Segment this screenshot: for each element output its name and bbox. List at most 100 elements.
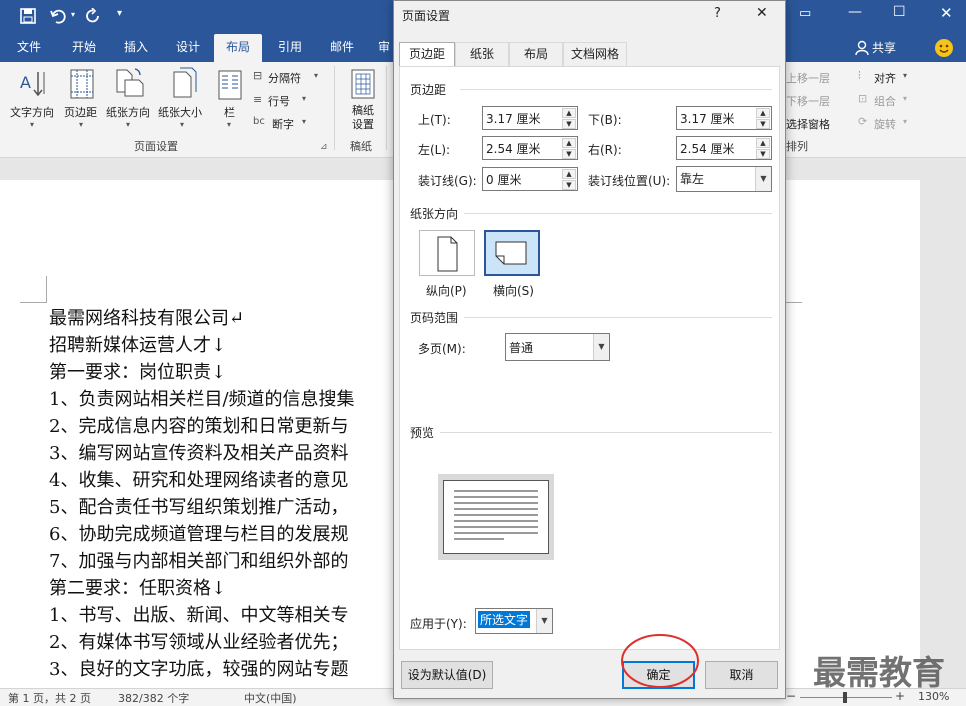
undo-dropdown-icon[interactable]: ▾	[71, 10, 75, 19]
top-margin-stepper[interactable]: 3.17 厘米 ▲ ▼	[482, 106, 578, 130]
rotate-icon: ⟳	[858, 115, 868, 128]
portrait-label[interactable]: 纵向(P)	[426, 282, 467, 299]
minimize-icon[interactable]: —	[848, 4, 862, 20]
selection-pane-button[interactable]: 选择窗格	[786, 116, 830, 132]
ribbon-display-icon[interactable]: ▭	[799, 6, 811, 21]
line-numbers-button[interactable]: 行号	[268, 93, 290, 109]
set-as-default-button[interactable]: 设为默认值(D)	[401, 661, 493, 689]
vertical-scrollbar[interactable]	[950, 180, 966, 688]
share-person-icon[interactable]	[855, 40, 869, 56]
margins-button[interactable]: 页边距	[64, 104, 97, 120]
tab-document-grid[interactable]: 文档网格	[563, 42, 627, 66]
undo-icon[interactable]	[50, 8, 68, 24]
zoom-in-button[interactable]: +	[895, 689, 905, 703]
spin-down-icon[interactable]: ▼	[562, 119, 576, 129]
tab-layout[interactable]: 布局	[214, 34, 262, 62]
dialog-launcher-icon[interactable]: ⊿	[320, 142, 328, 152]
send-backward-button[interactable]: 下移一层	[786, 93, 830, 109]
tab-margins[interactable]: 页边距	[399, 42, 455, 67]
zoom-slider-thumb[interactable]	[843, 692, 847, 703]
landscape-option[interactable]	[484, 230, 540, 276]
bring-forward-button[interactable]: 上移一层	[786, 70, 830, 86]
group-arrange-label: 排列	[786, 140, 808, 153]
spin-down-icon[interactable]: ▼	[562, 180, 576, 190]
zoom-level[interactable]: 130%	[918, 690, 949, 703]
doc-line[interactable]: 1、书写、出版、新闻、中文等相关专	[49, 604, 348, 628]
page-count[interactable]: 第 1 页，共 2 页	[8, 690, 91, 706]
doc-line[interactable]: 7、加强与内部相关部门和组织外部的	[49, 550, 348, 574]
group-button[interactable]: 组合	[874, 93, 896, 109]
doc-line[interactable]: 3、编写网站宣传资料及相关产品资料	[49, 442, 348, 466]
portrait-icon	[437, 236, 458, 272]
spin-up-icon[interactable]: ▲	[562, 108, 576, 118]
gutter-label: 装订线(G):	[418, 174, 477, 188]
word-count[interactable]: 382/382 个字	[118, 690, 189, 706]
tab-layout-dialog[interactable]: 布局	[509, 42, 563, 66]
tab-references[interactable]: 引用	[268, 34, 312, 62]
spin-down-icon[interactable]: ▼	[756, 119, 770, 129]
orientation-icon	[116, 68, 144, 97]
spin-up-icon[interactable]: ▲	[562, 138, 576, 148]
doc-line[interactable]: 4、收集、研究和处理网络读者的意见	[49, 469, 348, 493]
spin-down-icon[interactable]: ▼	[562, 149, 576, 159]
spin-down-icon[interactable]: ▼	[756, 149, 770, 159]
doc-line[interactable]: 3、良好的文字功底，较强的网站专题	[49, 658, 348, 682]
group-divider	[386, 66, 387, 150]
customize-toolbar-icon[interactable]: ▾	[117, 8, 122, 19]
annotation-circle	[621, 634, 699, 688]
doc-line[interactable]: 第二要求：任职资格↓	[49, 577, 226, 601]
orientation-button[interactable]: 纸张方向	[106, 104, 150, 120]
breaks-button[interactable]: 分隔符	[268, 70, 301, 86]
spin-up-icon[interactable]: ▲	[756, 138, 770, 148]
language-indicator[interactable]: 中文(中国)	[244, 690, 297, 706]
chevron-down-icon[interactable]: ▼	[536, 609, 552, 633]
doc-line[interactable]: 招聘新媒体运营人才↓	[49, 334, 226, 358]
chevron-down-icon[interactable]: ▼	[593, 334, 609, 360]
chevron-down-icon[interactable]: ▼	[755, 167, 771, 191]
tab-insert[interactable]: 插入	[114, 34, 158, 62]
apply-to-select[interactable]: 所选文字 ▼	[475, 608, 553, 634]
text-direction-button[interactable]: 文字方向	[10, 104, 54, 120]
rotate-button[interactable]: 旋转	[874, 116, 896, 132]
spin-up-icon[interactable]: ▲	[562, 169, 576, 179]
manuscript-settings-button[interactable]: 稿纸设置	[349, 104, 377, 132]
zoom-out-button[interactable]: −	[786, 689, 796, 703]
doc-line[interactable]: 6、协助完成频道管理与栏目的发展规	[49, 523, 348, 547]
gutter-stepper[interactable]: 0 厘米 ▲ ▼	[482, 167, 578, 191]
doc-line[interactable]: 2、有媒体书写领域从业经验者优先；	[49, 631, 348, 655]
spin-up-icon[interactable]: ▲	[756, 108, 770, 118]
multiple-pages-label: 多页(M):	[418, 342, 466, 356]
maximize-icon[interactable]: ☐	[893, 4, 906, 20]
doc-line[interactable]: 1、负责网站相关栏目/频道的信息搜集	[49, 388, 355, 412]
doc-line[interactable]: 2、完成信息内容的策划和日常更新与	[49, 415, 348, 439]
window-close-icon[interactable]: ✕	[940, 4, 953, 22]
bottom-margin-stepper[interactable]: 3.17 厘米 ▲ ▼	[676, 106, 772, 130]
multiple-pages-select[interactable]: 普通 ▼	[505, 333, 610, 361]
tab-mailings[interactable]: 邮件	[320, 34, 364, 62]
tab-review[interactable]: 审阅	[374, 34, 394, 62]
tab-file[interactable]: 文件	[8, 34, 50, 62]
doc-line[interactable]: 5、配合责任书写组织策划推广活动，	[49, 496, 348, 520]
columns-button[interactable]: 栏	[224, 104, 235, 120]
help-icon[interactable]: ?	[714, 6, 721, 21]
tab-design[interactable]: 设计	[166, 34, 210, 62]
doc-line[interactable]: 第一要求：岗位职责↓	[49, 361, 226, 385]
gutter-position-select[interactable]: 靠左 ▼	[676, 166, 772, 192]
align-button[interactable]: 对齐	[874, 70, 896, 86]
tab-paper[interactable]: 纸张	[455, 42, 509, 66]
left-margin-stepper[interactable]: 2.54 厘米 ▲ ▼	[482, 136, 578, 160]
doc-line[interactable]: 最需网络科技有限公司↵	[49, 307, 244, 331]
hyphenation-button[interactable]: 断字	[272, 116, 294, 132]
redo-icon[interactable]	[85, 8, 101, 24]
save-icon[interactable]	[20, 8, 36, 24]
paper-size-button[interactable]: 纸张大小	[158, 104, 202, 120]
landscape-label[interactable]: 横向(S)	[493, 282, 534, 299]
tab-home[interactable]: 开始	[62, 34, 106, 62]
right-margin-stepper[interactable]: 2.54 厘米 ▲ ▼	[676, 136, 772, 160]
group-manuscript-label: 稿纸	[350, 140, 372, 153]
dialog-close-icon[interactable]: ✕	[756, 5, 768, 21]
cancel-button[interactable]: 取消	[705, 661, 778, 689]
portrait-option[interactable]	[419, 230, 475, 276]
smiley-feedback-icon[interactable]	[934, 38, 954, 58]
share-button[interactable]: 共享	[872, 39, 896, 56]
